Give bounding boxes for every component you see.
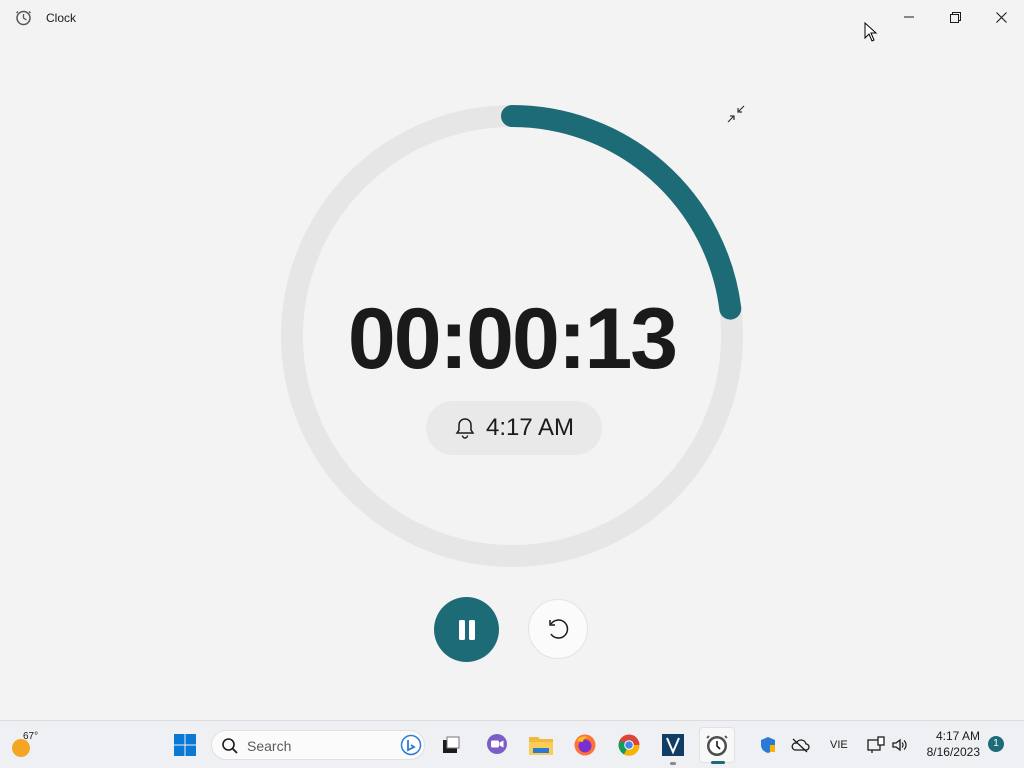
defender-tray-button[interactable] (751, 727, 785, 763)
windows-start-icon (174, 734, 196, 756)
task-view-icon (443, 736, 460, 753)
file-explorer-icon (529, 737, 553, 755)
bing-icon (400, 734, 422, 756)
chrome-icon (618, 734, 640, 756)
vscode-button[interactable] (655, 727, 691, 765)
taskbar: 67° Search VIE 4:17 AM 8/16/2023 1 (0, 720, 1024, 768)
alarm-time-label: 4:17 AM (485, 414, 575, 441)
start-button[interactable] (167, 727, 203, 763)
weather-temperature: 67° (23, 731, 39, 742)
firefox-button[interactable] (567, 727, 603, 763)
clock-taskbar-button[interactable] (699, 727, 735, 764)
active-indicator (711, 761, 725, 764)
volume-icon (892, 738, 907, 752)
taskbar-search[interactable]: Search (211, 730, 425, 760)
notification-badge[interactable]: 1 (988, 736, 1004, 752)
taskbar-time: 4:17 AM (935, 729, 980, 743)
firefox-icon (574, 734, 596, 756)
teams-chat-button[interactable] (479, 727, 515, 763)
search-placeholder: Search (247, 738, 292, 754)
file-explorer-button[interactable] (523, 727, 559, 763)
teams-chat-icon (487, 734, 507, 754)
onedrive-offline-icon (791, 738, 810, 753)
reset-button[interactable] (528, 599, 588, 659)
volume-tray-button[interactable] (883, 727, 917, 763)
search-icon (222, 738, 238, 754)
task-view-button[interactable] (433, 727, 469, 763)
running-indicator (670, 762, 676, 765)
clock-icon (706, 735, 728, 756)
chrome-button[interactable] (611, 727, 647, 763)
timer-display: 00:00:13 (347, 291, 678, 387)
v-app-icon (662, 734, 684, 756)
defender-icon (761, 737, 775, 753)
weather-widget[interactable]: 67° (8, 729, 48, 761)
alarm-end-time: 4:17 AM (426, 401, 602, 455)
taskbar-date: 8/16/2023 (926, 745, 980, 759)
reset-icon (549, 619, 569, 639)
bell-icon (455, 418, 475, 439)
onedrive-tray-button[interactable] (783, 727, 817, 763)
pause-icon (458, 619, 475, 640)
language-indicator[interactable]: VIE (830, 739, 848, 751)
pause-button[interactable] (434, 597, 499, 662)
